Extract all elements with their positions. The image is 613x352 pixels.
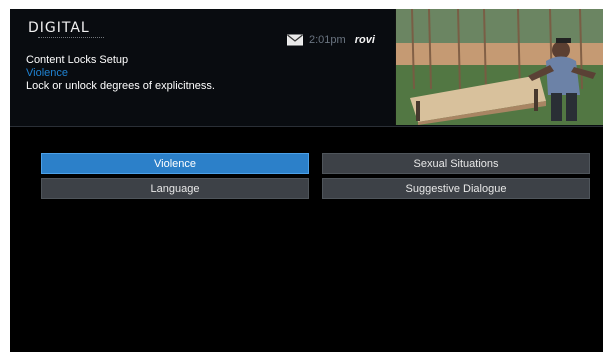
digital-logo: DIGITAL <box>28 20 90 36</box>
violence-button[interactable]: Violence <box>41 153 309 174</box>
header-bar: DIGITAL 2:01pm rovi Content Locks Setup … <box>10 9 603 127</box>
language-button[interactable]: Language <box>41 178 309 199</box>
mail-icon <box>287 34 303 46</box>
page-description: Lock or unlock degrees of explicitness. <box>26 80 215 92</box>
rovi-brand: rovi <box>354 34 375 46</box>
logo-subtitle-mark <box>38 37 104 41</box>
status-area: 2:01pm rovi <box>287 32 375 48</box>
page-title: Content Locks Setup <box>26 54 129 66</box>
selected-category: Violence <box>26 67 68 79</box>
sexual-situations-button[interactable]: Sexual Situations <box>322 153 590 174</box>
video-preview <box>395 9 603 125</box>
tv-screen: DIGITAL 2:01pm rovi Content Locks Setup … <box>10 9 603 352</box>
preview-image <box>396 9 603 125</box>
suggestive-dialogue-button[interactable]: Suggestive Dialogue <box>322 178 590 199</box>
clock-time: 2:01pm <box>309 34 346 46</box>
info-panel: Content Locks Setup Violence Lock or unl… <box>26 54 215 93</box>
